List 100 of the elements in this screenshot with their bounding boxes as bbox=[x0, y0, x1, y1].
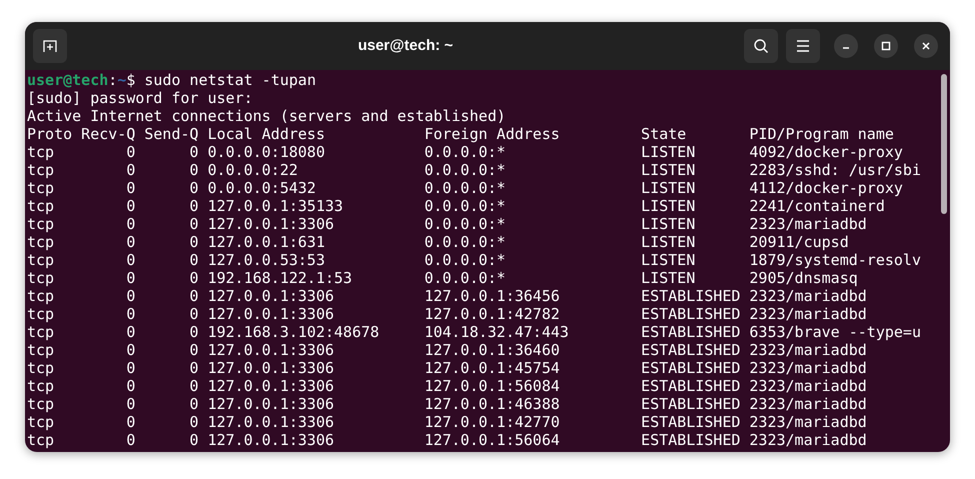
table-cell: 0 bbox=[126, 359, 136, 377]
table-cell: 0 bbox=[126, 215, 136, 233]
table-cell: 127.0.0.53:53 bbox=[208, 251, 325, 269]
table-cell: 127.0.0.1:3306 bbox=[208, 377, 334, 395]
table-cell: 127.0.0.1:3306 bbox=[208, 305, 334, 323]
new-tab-icon bbox=[42, 38, 58, 54]
table-cell: 2323/mariadbd bbox=[749, 305, 867, 323]
table-cell: 0 bbox=[190, 377, 199, 395]
table-cell: 2905/dnsmasq bbox=[749, 269, 858, 287]
table-cell: ESTABLISHED bbox=[641, 323, 740, 341]
table-cell: 0 bbox=[190, 161, 199, 179]
table-cell: ESTABLISHED bbox=[641, 377, 740, 395]
table-cell: 0 bbox=[126, 161, 136, 179]
table-cell: LISTEN bbox=[641, 251, 696, 269]
maximize-icon bbox=[881, 41, 891, 51]
search-icon bbox=[753, 38, 769, 54]
table-cell: 0.0.0.0:18080 bbox=[208, 143, 325, 161]
table-cell: 0 bbox=[126, 431, 136, 449]
table-cell: 0 bbox=[190, 287, 199, 305]
table-cell: LISTEN bbox=[641, 179, 696, 197]
table-cell: 2241/containerd bbox=[749, 197, 885, 215]
menu-button[interactable] bbox=[786, 29, 820, 63]
table-cell: 127.0.0.1:3306 bbox=[208, 413, 334, 431]
prompt-user-host: user@tech bbox=[27, 71, 108, 89]
table-cell: 4092/docker-proxy bbox=[749, 143, 903, 161]
table-cell: 127.0.0.1:56064 bbox=[424, 431, 560, 449]
prompt-symbol: $ bbox=[126, 71, 136, 89]
table-cell: 0 bbox=[126, 197, 136, 215]
table-cell: LISTEN bbox=[641, 233, 696, 251]
table-cell: 127.0.0.1:3306 bbox=[208, 395, 334, 413]
table-cell: tcp bbox=[27, 161, 54, 179]
table-cell: tcp bbox=[27, 341, 54, 359]
new-tab-button[interactable] bbox=[33, 29, 67, 63]
column-header: PID/Program name bbox=[749, 125, 894, 143]
table-cell: 1879/systemd-resolv bbox=[749, 251, 921, 269]
table-cell: tcp bbox=[27, 197, 54, 215]
menu-icon bbox=[796, 40, 810, 52]
column-header: Foreign Address bbox=[424, 125, 560, 143]
table-cell: 127.0.0.1:3306 bbox=[208, 287, 334, 305]
table-cell: 0.0.0.0:* bbox=[424, 251, 506, 269]
table-cell: 0 bbox=[190, 251, 199, 269]
table-cell: 2323/mariadbd bbox=[749, 341, 867, 359]
maximize-button[interactable] bbox=[874, 34, 898, 58]
table-cell: LISTEN bbox=[641, 197, 696, 215]
table-cell: 0.0.0.0:* bbox=[424, 269, 506, 287]
table-cell: 0.0.0.0:* bbox=[424, 161, 506, 179]
table-cell: 0 bbox=[190, 341, 199, 359]
scrollbar-thumb[interactable] bbox=[941, 74, 947, 214]
table-cell: tcp bbox=[27, 251, 54, 269]
table-cell: 0 bbox=[126, 179, 136, 197]
table-cell: 0 bbox=[126, 305, 136, 323]
table-cell: tcp bbox=[27, 233, 54, 251]
table-cell: 127.0.0.1:3306 bbox=[208, 215, 334, 233]
table-cell: 2323/mariadbd bbox=[749, 395, 867, 413]
table-cell: 127.0.0.1:42782 bbox=[424, 305, 560, 323]
column-header: Recv-Q bbox=[81, 125, 136, 143]
table-cell: ESTABLISHED bbox=[641, 395, 740, 413]
table-cell: 0.0.0.0:* bbox=[424, 215, 506, 233]
table-cell: 2323/mariadbd bbox=[749, 215, 867, 233]
minimize-button[interactable] bbox=[834, 34, 858, 58]
table-cell: tcp bbox=[27, 215, 54, 233]
table-cell: 2323/mariadbd bbox=[749, 287, 867, 305]
table-cell: tcp bbox=[27, 287, 54, 305]
table-cell: tcp bbox=[27, 269, 54, 287]
table-cell: tcp bbox=[27, 359, 54, 377]
table-cell: 20911/cupsd bbox=[749, 233, 849, 251]
table-cell: 2323/mariadbd bbox=[749, 413, 867, 431]
table-cell: 2323/mariadbd bbox=[749, 359, 867, 377]
table-cell: 0 bbox=[126, 323, 136, 341]
table-cell: 0 bbox=[126, 341, 136, 359]
table-cell: 0 bbox=[126, 287, 136, 305]
table-cell: 127.0.0.1:3306 bbox=[208, 341, 334, 359]
table-cell: 0 bbox=[126, 233, 136, 251]
output-line: Active Internet connections (servers and established) bbox=[27, 107, 506, 125]
table-cell: ESTABLISHED bbox=[641, 413, 740, 431]
table-cell: 127.0.0.1:3306 bbox=[208, 431, 334, 449]
table-cell: 127.0.0.1:631 bbox=[208, 233, 325, 251]
close-button[interactable] bbox=[914, 34, 938, 58]
table-cell: 2323/mariadbd bbox=[749, 431, 867, 449]
table-cell: 2323/mariadbd bbox=[749, 377, 867, 395]
prompt-separator: : bbox=[108, 71, 118, 89]
table-cell: 0.0.0.0:5432 bbox=[208, 179, 316, 197]
table-cell: 127.0.0.1:45754 bbox=[424, 359, 560, 377]
search-button[interactable] bbox=[744, 29, 778, 63]
window-title: user@tech: ~ bbox=[358, 36, 454, 56]
table-cell: ESTABLISHED bbox=[641, 359, 740, 377]
table-cell: 0 bbox=[190, 197, 199, 215]
table-cell: 192.168.122.1:53 bbox=[208, 269, 352, 287]
command-text: sudo netstat -tupan bbox=[144, 71, 316, 89]
table-cell: 0 bbox=[126, 251, 136, 269]
table-cell: 0 bbox=[190, 215, 199, 233]
table-cell: 2283/sshd: /usr/sbi bbox=[749, 161, 921, 179]
table-cell: 0 bbox=[126, 269, 136, 287]
table-cell: 6353/brave --type=u bbox=[749, 323, 921, 341]
table-cell: 127.0.0.1:36456 bbox=[424, 287, 560, 305]
table-cell: 0 bbox=[190, 323, 199, 341]
prompt-path: ~ bbox=[117, 71, 126, 89]
table-cell: 104.18.32.47:443 bbox=[424, 323, 569, 341]
table-cell: 192.168.3.102:48678 bbox=[208, 323, 380, 341]
table-cell: 0 bbox=[190, 395, 199, 413]
